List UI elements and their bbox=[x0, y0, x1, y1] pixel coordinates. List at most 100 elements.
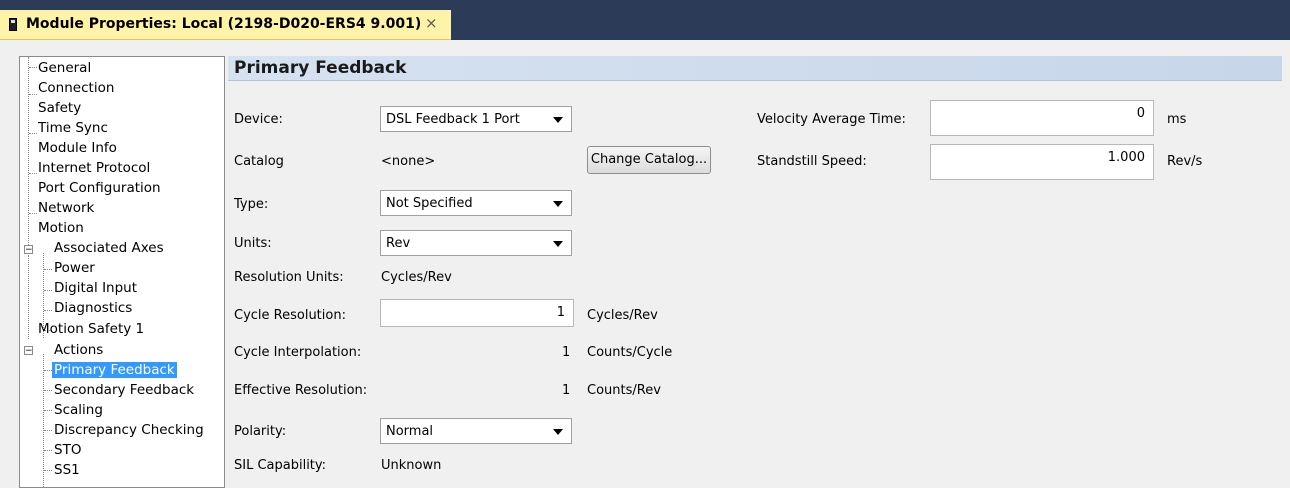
polarity-label: Polarity: bbox=[234, 424, 287, 439]
tree-connector bbox=[44, 430, 52, 431]
tree-item-associated-axes[interactable]: Associated Axes bbox=[54, 241, 164, 261]
tree-connector bbox=[29, 67, 37, 68]
module-icon bbox=[9, 18, 17, 31]
chevron-down-icon bbox=[553, 117, 563, 123]
resolution-units-label: Resolution Units: bbox=[234, 270, 344, 285]
category-tree[interactable]: − − General Connection Safety Time Sync … bbox=[19, 56, 225, 488]
velocity-average-time-input[interactable]: 0 bbox=[930, 100, 1154, 136]
polarity-select[interactable]: Normal bbox=[380, 418, 572, 444]
standstill-speed-label: Standstill Speed: bbox=[757, 154, 867, 169]
catalog-value: <none> bbox=[381, 154, 436, 169]
cycle-interpolation-label: Cycle Interpolation: bbox=[234, 345, 362, 360]
tree-item-scaling[interactable]: Scaling bbox=[54, 403, 103, 423]
tree-item-label: Associated Axes bbox=[54, 240, 164, 256]
title-bar: Module Properties: Local (2198-D020-ERS4… bbox=[0, 0, 1290, 40]
velocity-average-time-label: Velocity Average Time: bbox=[757, 112, 906, 127]
cycle-resolution-unit: Cycles/Rev bbox=[587, 308, 658, 323]
velocity-average-time-value: 0 bbox=[1136, 106, 1145, 121]
change-catalog-button[interactable]: Change Catalog... bbox=[587, 146, 711, 174]
collapse-icon[interactable]: − bbox=[24, 245, 33, 255]
tree-item-label: Connection bbox=[38, 80, 115, 96]
tree-connector bbox=[44, 290, 52, 291]
tree-item-label: STO bbox=[54, 442, 82, 458]
tree-connector bbox=[29, 173, 37, 174]
units-label: Units: bbox=[234, 236, 272, 251]
cycle-resolution-input[interactable]: 1 bbox=[380, 299, 574, 327]
type-value: Not Specified bbox=[386, 196, 473, 211]
tree-connector bbox=[44, 410, 52, 411]
tree-item-time-sync[interactable]: Time Sync bbox=[38, 121, 108, 141]
tree-item-discrepancy-checking[interactable]: Discrepancy Checking bbox=[54, 423, 204, 443]
tree-item-motion-safety-1[interactable]: Motion Safety 1 bbox=[38, 322, 144, 342]
effective-resolution-unit: Counts/Rev bbox=[587, 383, 661, 398]
tree-connector bbox=[29, 213, 37, 214]
tree-connector bbox=[28, 57, 29, 249]
chevron-down-icon bbox=[553, 201, 563, 207]
effective-resolution-label: Effective Resolution: bbox=[234, 383, 368, 398]
units-select[interactable]: Rev bbox=[380, 230, 572, 256]
section-header: Primary Feedback bbox=[228, 56, 1282, 81]
sil-capability-label: SIL Capability: bbox=[234, 458, 327, 473]
type-select[interactable]: Not Specified bbox=[380, 190, 572, 216]
tree-item-label: Time Sync bbox=[38, 120, 108, 136]
tree-item-label: SS1 bbox=[54, 462, 80, 478]
tree-connector bbox=[44, 310, 52, 311]
tree-item-actions[interactable]: Actions bbox=[54, 343, 103, 363]
tree-item-ss1[interactable]: SS1 bbox=[54, 463, 80, 483]
cycle-resolution-value: 1 bbox=[556, 305, 565, 320]
tree-item-label: Internet Protocol bbox=[38, 160, 151, 176]
standstill-speed-input[interactable]: 1.000 bbox=[930, 144, 1154, 180]
resolution-units-value: Cycles/Rev bbox=[381, 270, 452, 285]
tree-connector bbox=[29, 94, 37, 95]
standstill-speed-value: 1.000 bbox=[1107, 150, 1145, 165]
tree-item-label: Digital Input bbox=[54, 280, 138, 296]
tree-item-secondary-feedback[interactable]: Secondary Feedback bbox=[54, 383, 194, 403]
tree-item-label: Scaling bbox=[54, 402, 103, 418]
tree-item-internet-protocol[interactable]: Internet Protocol bbox=[38, 161, 150, 181]
velocity-average-time-unit: ms bbox=[1167, 112, 1187, 127]
tree-item-diagnostics[interactable]: Diagnostics bbox=[54, 301, 132, 321]
close-icon[interactable]: × bbox=[425, 14, 438, 32]
tree-item-label: Motion bbox=[38, 220, 84, 236]
cycle-interpolation-value: 1 bbox=[562, 345, 571, 360]
tree-connector bbox=[28, 255, 29, 339]
module-properties-tab[interactable]: Module Properties: Local (2198-D020-ERS4… bbox=[0, 10, 451, 40]
tree-connector bbox=[29, 133, 37, 134]
tree-item-label: Discrepancy Checking bbox=[54, 422, 204, 438]
device-select[interactable]: DSL Feedback 1 Port bbox=[380, 106, 572, 132]
tree-item-connection[interactable]: Connection bbox=[38, 81, 114, 101]
polarity-value: Normal bbox=[386, 424, 434, 439]
device-label: Device: bbox=[234, 112, 283, 127]
collapse-icon[interactable]: − bbox=[24, 346, 33, 356]
tree-item-network[interactable]: Network bbox=[38, 201, 94, 221]
tree-item-label: Secondary Feedback bbox=[54, 382, 195, 398]
device-value: DSL Feedback 1 Port bbox=[386, 112, 520, 127]
chevron-down-icon bbox=[553, 429, 563, 435]
tree-item-general[interactable]: General bbox=[38, 61, 91, 81]
units-value: Rev bbox=[386, 236, 411, 251]
tree-item-port-configuration[interactable]: Port Configuration bbox=[38, 181, 161, 201]
tree-item-safety[interactable]: Safety bbox=[38, 101, 81, 121]
cycle-interpolation-unit: Counts/Cycle bbox=[587, 345, 673, 360]
tree-item-motion[interactable]: Motion bbox=[38, 221, 84, 241]
tree-item-sto[interactable]: STO bbox=[54, 443, 81, 463]
tree-item-label: Diagnostics bbox=[54, 300, 133, 316]
window-title: Module Properties: Local (2198-D020-ERS4… bbox=[26, 16, 422, 32]
tree-item-primary-feedback[interactable]: Primary Feedback bbox=[52, 362, 177, 383]
tree-connector bbox=[44, 269, 52, 270]
effective-resolution-value: 1 bbox=[562, 383, 571, 398]
cycle-resolution-label: Cycle Resolution: bbox=[234, 308, 346, 323]
tree-item-label: Network bbox=[38, 200, 95, 216]
tree-item-digital-input[interactable]: Digital Input bbox=[54, 281, 137, 301]
tree-item-power[interactable]: Power bbox=[54, 261, 95, 281]
tree-connector bbox=[43, 354, 44, 487]
standstill-speed-unit: Rev/s bbox=[1167, 154, 1203, 169]
tree-connector bbox=[44, 370, 52, 371]
tree-connector bbox=[44, 470, 52, 471]
tree-item-label: Module Info bbox=[38, 140, 117, 156]
tree-item-label: Primary Feedback bbox=[52, 362, 177, 378]
section-title: Primary Feedback bbox=[234, 58, 407, 78]
sil-capability-value: Unknown bbox=[381, 458, 442, 473]
tree-connector bbox=[44, 450, 52, 451]
tree-item-module-info[interactable]: Module Info bbox=[38, 141, 117, 161]
